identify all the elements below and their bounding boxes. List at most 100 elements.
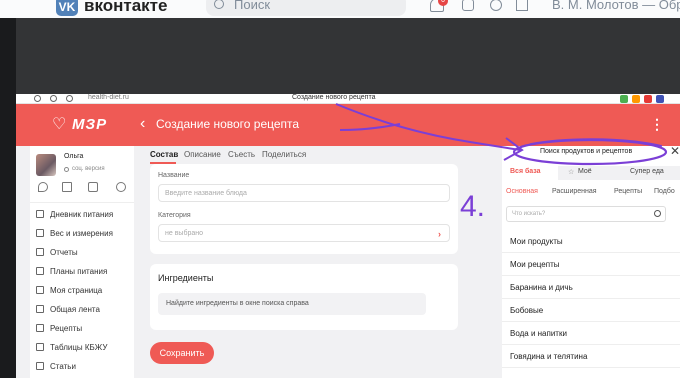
sidebar-quick-icons	[36, 182, 132, 196]
user-subtitle: соц. версия	[72, 166, 105, 172]
mail-icon[interactable]	[62, 182, 72, 192]
extension-icon[interactable]	[644, 95, 652, 103]
list-item-label: Вода и напитки	[510, 329, 567, 338]
user-name[interactable]: Ольга	[64, 153, 83, 160]
product-search-input[interactable]: Что искать?	[506, 206, 666, 222]
page-title: Создание нового рецепта	[156, 117, 300, 131]
search-panel-title: Поиск продуктов и рецептов	[540, 148, 633, 155]
sidebar-item-plans[interactable]: Планы питания	[30, 263, 134, 282]
reload-icon[interactable]	[66, 95, 73, 102]
back-chevron-icon[interactable]: ‹	[140, 115, 145, 133]
sidebar-item-label: Общая лента	[50, 305, 100, 314]
site-header: ♡ МЗР ‹ Создание нового рецепта ⋮	[16, 104, 680, 146]
user-icon	[36, 286, 44, 294]
screen: VK вконтакте Поиск 6 В. М. Молотов — Обр…	[0, 0, 680, 378]
browser-tab-title: Создание нового рецепта	[292, 94, 376, 101]
tab-mine[interactable]: Моё	[578, 168, 592, 175]
sidebar-item-label: Статьи	[50, 362, 76, 371]
list-item[interactable]: Бобовые	[502, 299, 680, 322]
search-icon[interactable]	[654, 210, 661, 217]
browser-url[interactable]: health-diet.ru	[88, 94, 129, 101]
category-selection[interactable]: Подбо	[654, 188, 675, 195]
site-logo[interactable]: МЗР	[72, 116, 107, 133]
chat-icon[interactable]	[88, 182, 98, 192]
sidebar-item-label: Планы питания	[50, 267, 108, 276]
table-icon	[36, 343, 44, 351]
extension-icon[interactable]	[620, 95, 628, 103]
social-icon	[64, 167, 69, 172]
sidebar-item-tables[interactable]: Таблицы КБЖУ	[30, 339, 134, 358]
recipe-name-input[interactable]: Введите название блюда	[158, 184, 450, 202]
list-item[interactable]: Вода и напитки	[502, 322, 680, 345]
category-main[interactable]: Основная	[506, 188, 538, 195]
search-panel: Поиск продуктов и рецептов ✕ Вся база ☆ …	[502, 144, 680, 378]
category-recipes[interactable]: Рецепты	[614, 188, 642, 195]
save-button[interactable]: Сохранить	[150, 342, 214, 364]
vk-search-input[interactable]: Поиск	[206, 0, 406, 16]
search-panel-tabs: Вся база ☆ Моё Супер еда	[502, 166, 680, 180]
vk-top-bar: VK вконтакте Поиск 6 В. М. Молотов — Обр…	[0, 0, 680, 18]
list-item[interactable]: Мои рецепты	[502, 253, 680, 276]
tab-composition[interactable]: Состав	[150, 150, 178, 159]
avatar[interactable]	[36, 154, 56, 176]
tab-all-base[interactable]: Вся база	[510, 168, 541, 175]
list-item[interactable]: Баранина и дичь	[502, 276, 680, 299]
tab-share[interactable]: Поделиться	[262, 150, 306, 159]
list-item-label: Говядина и телятина	[510, 352, 588, 361]
search-icon	[214, 0, 224, 9]
more-menu-icon[interactable]: ⋮	[650, 116, 664, 133]
sidebar-item-label: Таблицы КБЖУ	[50, 343, 108, 352]
sidebar-item-label: Отчеты	[50, 248, 78, 257]
category-label: Категория	[158, 212, 191, 219]
extension-icon[interactable]	[632, 95, 640, 103]
close-icon[interactable]: ✕	[670, 144, 680, 158]
video-top-panel	[16, 18, 680, 94]
list-item[interactable]: Говядина и телятина	[502, 345, 680, 368]
forward-icon[interactable]	[50, 95, 57, 102]
list-item-label: Мои продукты	[510, 237, 563, 246]
sidebar-item-articles[interactable]: Статьи	[30, 358, 134, 377]
category-extended[interactable]: Расширенная	[552, 188, 597, 195]
divider	[30, 202, 134, 203]
list-item-label: Мои рецепты	[510, 260, 560, 269]
plan-icon	[36, 267, 44, 275]
browser-bar: health-diet.ru Создание нового рецепта	[16, 94, 680, 104]
sidebar-item-label: Рецепты	[50, 324, 83, 333]
article-icon	[36, 362, 44, 370]
list-item[interactable]: Мои продукты	[502, 230, 680, 253]
sidebar-item-label: Дневник питания	[50, 210, 114, 219]
sidebar-item-feed[interactable]: Общая лента	[30, 301, 134, 320]
sidebar-item-weight[interactable]: Вес и измерения	[30, 225, 134, 244]
sidebar-nav: Дневник питания Вес и измерения Отчеты П…	[30, 206, 134, 377]
drop-icon[interactable]	[38, 182, 48, 192]
sidebar-item-reports[interactable]: Отчеты	[30, 244, 134, 263]
report-icon	[36, 248, 44, 256]
ingredients-title: Ингредиенты	[158, 273, 214, 283]
list-item-label: Бобовые	[510, 306, 544, 315]
tab-super-food[interactable]: Супер еда	[630, 168, 664, 175]
embedded-screenshot: health-diet.ru Создание нового рецепта ♡…	[16, 94, 680, 378]
tab-description[interactable]: Описание	[184, 150, 221, 159]
vk-logo-icon[interactable]: VK	[56, 0, 78, 16]
extension-icon[interactable]	[656, 95, 664, 103]
vk-user-name[interactable]: В. М. Молотов — Обра	[552, 0, 680, 12]
music-icon[interactable]	[490, 0, 502, 11]
category-select[interactable]: не выбрано ›	[158, 224, 450, 242]
ingredients-hint: Найдите ингредиенты в окне поиска справа	[158, 293, 426, 315]
recipe-details-card: Название Введите название блюда Категори…	[150, 164, 458, 254]
chevron-right-icon: ›	[438, 229, 441, 239]
sidebar-item-label: Моя страница	[50, 286, 103, 295]
settings-icon[interactable]	[116, 182, 126, 192]
sidebar-item-my-page[interactable]: Моя страница	[30, 282, 134, 301]
vk-search-placeholder: Поиск	[234, 0, 271, 12]
apps-icon[interactable]	[516, 0, 528, 11]
sidebar-item-diary[interactable]: Дневник питания	[30, 206, 134, 225]
sidebar-item-recipes[interactable]: Рецепты	[30, 320, 134, 339]
feed-icon	[36, 305, 44, 313]
vk-brand-text[interactable]: вконтакте	[84, 0, 167, 16]
notification-badge: 6	[438, 0, 448, 6]
back-icon[interactable]	[34, 95, 41, 102]
tab-eat[interactable]: Съесть	[228, 150, 255, 159]
grid-icon[interactable]	[462, 0, 474, 11]
heart-logo-icon[interactable]: ♡	[52, 117, 68, 133]
